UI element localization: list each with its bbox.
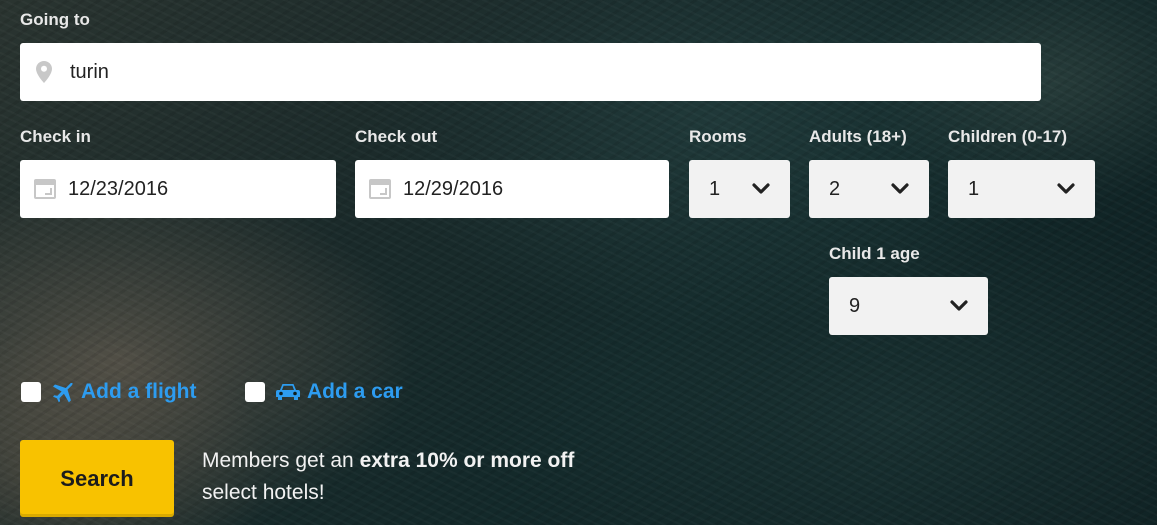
adults-label: Adults (18+) bbox=[809, 127, 907, 146]
calendar-icon bbox=[369, 179, 391, 199]
map-pin-icon bbox=[36, 61, 52, 83]
child-age-select[interactable]: 9 bbox=[829, 277, 988, 335]
children-select[interactable]: 1 bbox=[948, 160, 1095, 218]
add-car-option[interactable]: Add a car bbox=[245, 380, 403, 404]
add-flight-option[interactable]: Add a flight bbox=[21, 380, 196, 404]
promo-line-1: Members get an extra 10% or more off bbox=[202, 445, 574, 477]
chevron-down-icon bbox=[752, 183, 770, 194]
promo-prefix: Members get an bbox=[202, 449, 360, 472]
calendar-icon bbox=[34, 179, 56, 199]
child-age-value: 9 bbox=[849, 294, 861, 317]
rooms-label: Rooms bbox=[689, 127, 747, 146]
destination-label: Going to bbox=[20, 10, 90, 29]
rooms-select[interactable]: 1 bbox=[689, 160, 790, 218]
promo-line-2: select hotels! bbox=[202, 481, 325, 504]
check-out-field[interactable]: 12/29/2016 bbox=[355, 160, 669, 218]
chevron-down-icon bbox=[950, 300, 968, 311]
search-button[interactable]: Search bbox=[20, 440, 174, 517]
check-out-value: 12/29/2016 bbox=[403, 177, 504, 200]
airplane-icon bbox=[53, 382, 73, 403]
adults-select[interactable]: 2 bbox=[809, 160, 929, 218]
check-in-field[interactable]: 12/23/2016 bbox=[20, 160, 336, 218]
promo-highlight: extra 10% or more off bbox=[359, 449, 575, 472]
check-out-label: Check out bbox=[355, 127, 438, 146]
children-label: Children (0-17) bbox=[948, 127, 1068, 146]
add-car-label: Add a car bbox=[307, 380, 403, 403]
chevron-down-icon bbox=[1057, 183, 1075, 194]
add-car-checkbox[interactable] bbox=[245, 382, 265, 402]
destination-input[interactable]: turin bbox=[20, 43, 1041, 101]
adults-value: 2 bbox=[829, 177, 841, 200]
member-promo-text: Members get an extra 10% or more off sel… bbox=[202, 445, 574, 509]
car-icon bbox=[276, 384, 300, 400]
child-age-label: Child 1 age bbox=[829, 244, 920, 263]
add-flight-label: Add a flight bbox=[81, 380, 197, 403]
check-in-value: 12/23/2016 bbox=[68, 177, 169, 200]
add-flight-checkbox[interactable] bbox=[21, 382, 41, 402]
check-in-label: Check in bbox=[20, 127, 91, 146]
children-value: 1 bbox=[968, 177, 980, 200]
chevron-down-icon bbox=[891, 183, 909, 194]
rooms-value: 1 bbox=[709, 177, 721, 200]
destination-value: turin bbox=[70, 60, 109, 83]
